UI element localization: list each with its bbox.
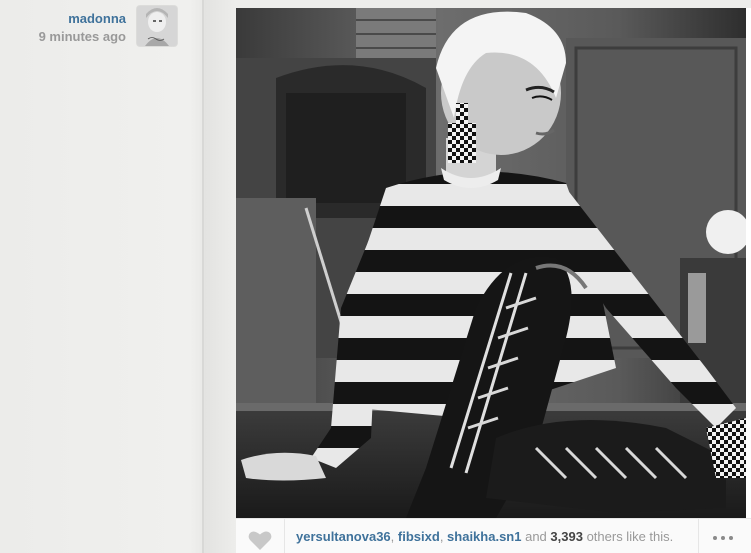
likes-suffix: others like this. [582, 529, 674, 544]
liker-link[interactable]: fibsixd [398, 529, 440, 544]
like-button[interactable] [236, 519, 285, 553]
author-username[interactable]: madonna [39, 11, 126, 27]
avatar[interactable] [137, 6, 177, 46]
liker-separator: , [390, 529, 398, 544]
gutter-divider [202, 0, 204, 553]
heart-icon [248, 531, 272, 550]
liker-link[interactable]: yersultanova36 [296, 529, 391, 544]
likes-and-text: and [521, 529, 551, 544]
likes-summary: yersultanova36, fibsixd, shaikha.sn1 and… [296, 529, 673, 544]
ellipsis-icon [729, 536, 733, 540]
liker-link[interactable]: shaikha.sn1 [447, 529, 521, 544]
more-options-button[interactable] [698, 519, 747, 553]
ellipsis-icon [721, 536, 725, 540]
liker-separator: , [439, 529, 448, 544]
post-timestamp[interactable]: 9 minutes ago [39, 28, 126, 46]
post-footer: yersultanova36, fibsixd, shaikha.sn1 and… [236, 518, 751, 553]
post-author-block: madonna 9 minutes ago [39, 11, 126, 46]
post-photo[interactable] [236, 8, 750, 518]
post-card: yersultanova36, fibsixd, shaikha.sn1 and… [236, 8, 751, 553]
photo-image [236, 8, 750, 518]
feed-page: madonna 9 minutes ago yersultanova36, fi… [0, 0, 751, 553]
ellipsis-icon [713, 536, 717, 540]
likes-count[interactable]: 3,393 [550, 529, 583, 544]
avatar-image [137, 6, 177, 46]
